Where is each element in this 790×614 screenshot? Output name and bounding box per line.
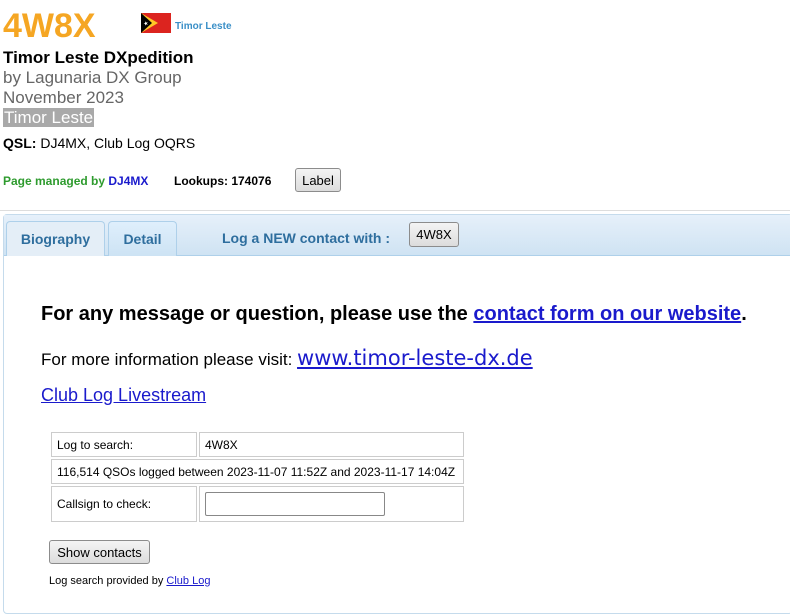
- contact-message-text: For any message or question, please use …: [41, 303, 474, 325]
- contact-form-link[interactable]: contact form on our website: [473, 303, 741, 325]
- tab-detail[interactable]: Detail: [108, 221, 177, 256]
- country-badge: Timor Leste: [3, 108, 95, 127]
- livestream-link[interactable]: Club Log Livestream: [41, 385, 206, 406]
- qso-summary: 116,514 QSOs logged between 2023-11-07 1…: [51, 459, 464, 484]
- table-row: 116,514 QSOs logged between 2023-11-07 1…: [51, 459, 464, 484]
- show-contacts-button[interactable]: Show contacts: [49, 540, 150, 564]
- country-link[interactable]: Timor Leste: [175, 21, 232, 32]
- date-text: November 2023: [3, 88, 124, 107]
- tab-panel: Biography Detail Log a NEW contact with …: [3, 214, 790, 614]
- qsl-info: QSL: DJ4MX, Club Log OQRS: [3, 135, 195, 151]
- qsl-value: DJ4MX, Club Log OQRS: [40, 135, 196, 151]
- log-new-contact-label: Log a NEW contact with :: [222, 230, 390, 246]
- log-callsign-button[interactable]: 4W8X: [409, 222, 459, 247]
- more-info: For more information please visit: www.t…: [41, 346, 533, 370]
- page-managed-by: Page managed by DJ4MX: [3, 174, 148, 188]
- lookups-count: Lookups: 174076: [174, 174, 272, 188]
- log-search-credit: Log search provided by Club Log: [49, 575, 210, 587]
- label-button[interactable]: Label: [295, 168, 341, 192]
- credit-text: Log search provided by: [49, 575, 167, 587]
- callsign-check-label: Callsign to check:: [51, 486, 197, 522]
- callsign-title: 4W8X: [3, 7, 96, 45]
- website-link[interactable]: www.timor-leste-dx.de: [297, 346, 533, 370]
- divider: [0, 210, 790, 211]
- tab-bar: Biography Detail Log a NEW contact with …: [4, 215, 790, 256]
- log-search-table: Log to search: 4W8X 116,514 QSOs logged …: [49, 430, 466, 524]
- contact-message-end: .: [741, 303, 747, 325]
- manager-link[interactable]: DJ4MX: [108, 174, 148, 188]
- managed-label: Page managed by: [3, 174, 106, 188]
- more-info-text: For more information please visit:: [41, 350, 298, 369]
- qsl-label: QSL:: [3, 135, 37, 151]
- contact-message: For any message or question, please use …: [41, 303, 747, 326]
- tab-biography[interactable]: Biography: [6, 221, 105, 256]
- page-title: Timor Leste DXpedition: [3, 48, 194, 67]
- club-log-link[interactable]: Club Log: [166, 575, 210, 587]
- byline: by Lagunaria DX Group: [3, 68, 182, 87]
- table-row: Callsign to check:: [51, 486, 464, 522]
- table-row: Log to search: 4W8X: [51, 432, 464, 457]
- callsign-input-cell: [199, 486, 464, 522]
- log-to-search-label: Log to search:: [51, 432, 197, 457]
- callsign-input[interactable]: [205, 492, 385, 516]
- log-to-search-value: 4W8X: [199, 432, 464, 457]
- timor-leste-flag-icon: [141, 13, 171, 33]
